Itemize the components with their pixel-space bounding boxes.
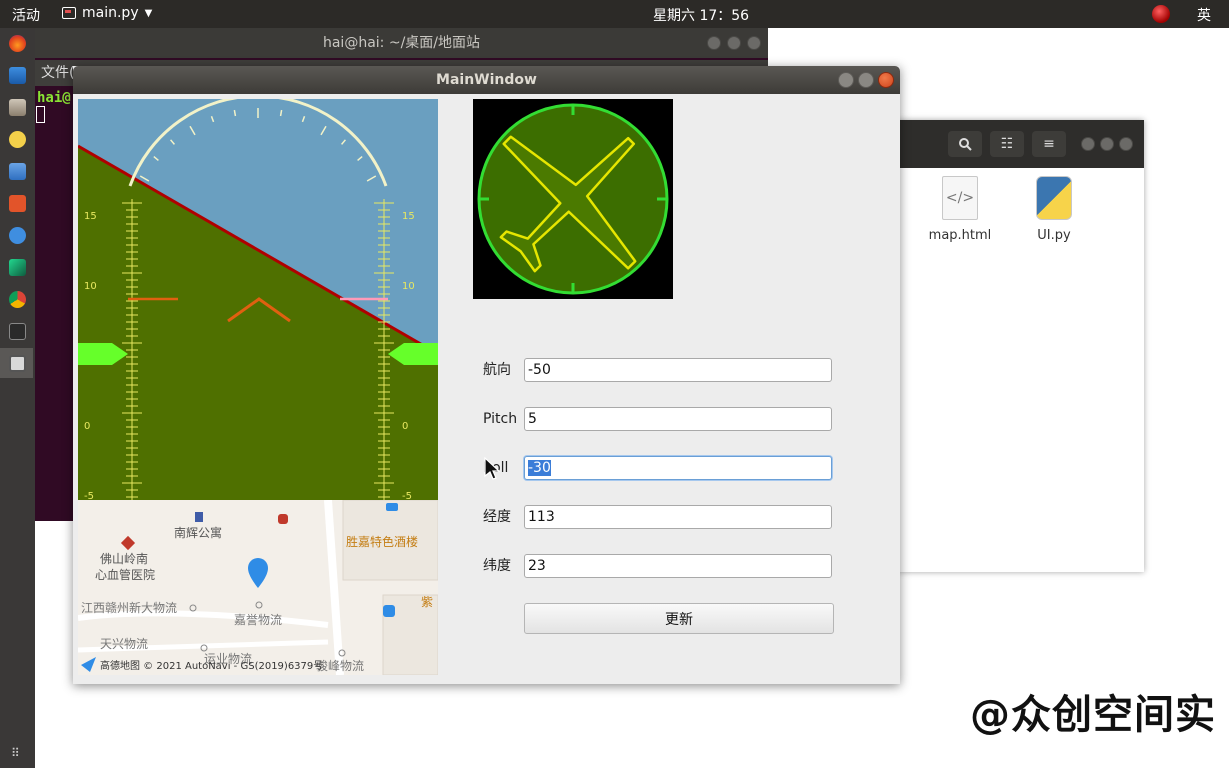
heading-label: 航向	[483, 362, 511, 378]
map-copyright: 高德地图 © 2021 AutoNavi - GS(2019)6379号	[100, 659, 323, 672]
pitch-label-left-0: 0	[84, 421, 90, 432]
map-label-partial: 紫	[421, 595, 433, 609]
pitch-label-left-15: 15	[84, 211, 97, 222]
python-window-icon[interactable]	[9, 355, 26, 372]
main-window[interactable]: MainWindow 15 10 0 -5 15 10 0 -5 南辉公寓 佛山…	[73, 66, 900, 684]
app-menu[interactable]: main.py ▼	[62, 5, 152, 21]
html-file-icon: </>	[942, 176, 978, 220]
help-icon[interactable]	[9, 227, 26, 244]
maximize-icon[interactable]	[858, 72, 874, 88]
attitude-indicator: 15 10 0 -5 15 10 0 -5	[78, 99, 438, 500]
latitude-input[interactable]	[524, 554, 832, 578]
maximize-icon[interactable]	[1100, 137, 1114, 151]
building-icon	[195, 512, 203, 522]
record-indicator-icon[interactable]	[1152, 5, 1170, 23]
libreoffice-writer-icon[interactable]	[9, 163, 26, 180]
bus-icon	[386, 503, 398, 511]
file-manager-header: ☷ ≡	[898, 120, 1144, 168]
python-file-icon	[1036, 176, 1072, 220]
chrome-icon[interactable]	[9, 291, 26, 308]
pitch-label-right-0: 0	[402, 421, 408, 432]
pitch-label-left-neg5: -5	[84, 491, 94, 500]
file-item-map-html[interactable]: </> map.html	[920, 176, 1000, 243]
location-marker-icon[interactable]	[248, 558, 268, 588]
map-label-apartment: 南辉公寓	[174, 525, 222, 540]
map-label-hospital-2: 心血管医院	[95, 567, 155, 582]
poi-dot	[189, 604, 197, 612]
close-icon[interactable]	[747, 36, 761, 50]
map-label-logistics-2: 嘉誉物流	[234, 613, 282, 627]
show-applications-icon[interactable]: ⠿	[11, 746, 20, 760]
update-button[interactable]: 更新	[524, 603, 834, 634]
dock: ⠿	[0, 28, 35, 768]
amap-logo-icon	[81, 657, 96, 672]
file-manager-window[interactable]: ☷ ≡ </> map.html UI.py	[898, 120, 1144, 572]
map-label-hospital-1: 佛山岭南	[100, 551, 148, 566]
poi-dot	[255, 601, 263, 609]
files-icon[interactable]	[9, 99, 26, 116]
input-method-indicator[interactable]: 英	[1197, 5, 1211, 25]
app-menu-label: main.py	[82, 5, 139, 21]
app-window-icon	[62, 7, 76, 19]
roll-input[interactable]	[524, 456, 832, 480]
minimize-icon[interactable]	[1081, 137, 1095, 151]
pitch-label-right-10: 10	[402, 281, 415, 292]
pitch-label-right-15: 15	[402, 211, 415, 222]
map-label-logistics-3: 天兴物流	[100, 637, 148, 651]
map-view[interactable]: 南辉公寓 佛山岭南 心血管医院 胜嘉特色酒楼 江西赣州新大物流 嘉誉物流 天兴物…	[78, 500, 438, 675]
clock[interactable]: 星期六 17：56	[653, 5, 749, 25]
chevron-down-icon: ▼	[144, 7, 153, 19]
file-name: map.html	[928, 228, 992, 243]
mouse-pointer-icon	[484, 457, 501, 480]
close-icon[interactable]	[1119, 137, 1133, 151]
map-label-restaurant: 胜嘉特色酒楼	[346, 534, 418, 549]
firefox-icon[interactable]	[9, 35, 26, 52]
maximize-icon[interactable]	[727, 36, 741, 50]
longitude-label: 经度	[483, 509, 511, 525]
map-road	[78, 610, 329, 628]
hospital-icon	[120, 535, 136, 551]
activities-button[interactable]: 活动	[12, 5, 40, 25]
pycharm-icon[interactable]	[9, 259, 26, 276]
view-list-icon[interactable]: ☷	[990, 131, 1024, 157]
terminal-cursor	[36, 106, 45, 123]
map-label-logistics-1: 江西赣州新大物流	[81, 600, 177, 615]
pitch-label: Pitch	[483, 411, 518, 427]
rhythmbox-icon[interactable]	[9, 131, 26, 148]
roll-tick	[279, 109, 283, 117]
pitch-label-right-neg5: -5	[402, 491, 412, 500]
window-title: MainWindow	[73, 66, 900, 94]
terminal-icon[interactable]	[9, 323, 26, 340]
minimize-icon[interactable]	[707, 36, 721, 50]
watermark: @众创空间实	[970, 692, 1216, 738]
close-icon[interactable]	[878, 72, 894, 88]
terminal-title: hai@hai: ~/桌面/地面站	[35, 28, 768, 58]
heading-compass	[473, 99, 673, 299]
heading-input[interactable]	[524, 358, 832, 382]
map-road	[324, 500, 344, 675]
file-item-ui-py[interactable]: UI.py	[1014, 176, 1094, 243]
minimize-icon[interactable]	[838, 72, 854, 88]
bus-icon	[383, 605, 395, 617]
longitude-input[interactable]	[524, 505, 832, 529]
poi-icon	[278, 514, 288, 524]
terminal-prompt: hai@	[37, 90, 71, 106]
search-icon[interactable]	[948, 131, 982, 157]
software-center-icon[interactable]	[9, 195, 26, 212]
latitude-label: 纬度	[483, 558, 511, 574]
menu-icon[interactable]: ≡	[1032, 131, 1066, 157]
pitch-input[interactable]	[524, 407, 832, 431]
roll-tick	[233, 109, 237, 117]
pitch-label-left-10: 10	[84, 281, 97, 292]
top-bar: 活动 main.py ▼ 星期六 17：56 英	[0, 0, 1229, 28]
file-name: UI.py	[1037, 228, 1071, 243]
thunderbird-icon[interactable]	[9, 67, 26, 84]
